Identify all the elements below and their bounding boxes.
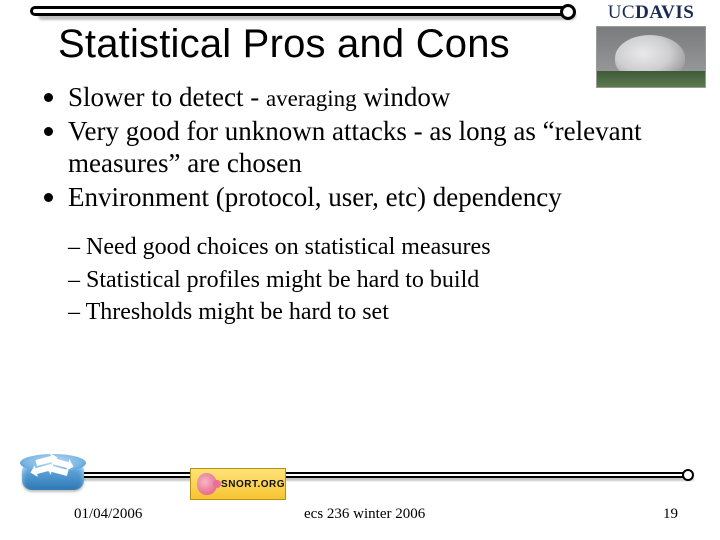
bullet-list: Slower to detect - averaging window Very…: [38, 82, 688, 213]
ucdavis-brand-block: UCDAVIS: [592, 2, 710, 88]
sub-bullet-item: Thresholds might be hard to set: [68, 296, 688, 328]
bullet-item: Slower to detect - averaging window: [38, 82, 688, 114]
brand-uc: UC: [608, 2, 635, 23]
bullet-item: Very good for unknown attacks - as long …: [38, 116, 688, 180]
footer: 01/04/2006 ecs 236 winter 2006 19: [0, 506, 720, 526]
bullet-text-avg: averaging: [266, 86, 357, 111]
bullet-text: Environment (protocol, user, etc) depend…: [68, 182, 562, 212]
sub-bullet-text: Statistical profiles might be hard to bu…: [86, 267, 479, 293]
sub-bullet-list: Need good choices on statistical measure…: [68, 231, 688, 328]
brand-davis: DAVIS: [635, 2, 694, 23]
bullet-item: Environment (protocol, user, etc) depend…: [38, 182, 688, 214]
bullet-text-post: window: [357, 82, 451, 112]
content-area: Slower to detect - averaging window Very…: [38, 82, 688, 329]
footer-course: ecs 236 winter 2006: [304, 506, 425, 523]
sub-bullet-text: Need good choices on statistical measure…: [86, 234, 491, 260]
bottom-divider: [22, 472, 690, 482]
top-divider: [30, 6, 570, 20]
pig-icon: [197, 473, 217, 495]
ucdavis-wordmark: UCDAVIS: [592, 2, 710, 24]
page-title: Statistical Pros and Cons: [58, 22, 510, 67]
snort-label: SNORT.ORG: [221, 479, 285, 490]
footer-date: 01/04/2006: [74, 506, 142, 523]
footer-page-number: 19: [663, 506, 678, 523]
snort-badge: SNORT.ORG: [190, 468, 286, 500]
bullet-text-pre: Slower to detect -: [68, 82, 266, 112]
corner-photo: [596, 26, 706, 88]
bullet-text: Very good for unknown attacks - as long …: [68, 116, 642, 178]
sub-bullet-text: Thresholds might be hard to set: [86, 299, 389, 325]
sub-bullet-item: Statistical profiles might be hard to bu…: [68, 264, 688, 296]
router-icon: [16, 450, 92, 500]
sub-bullet-item: Need good choices on statistical measure…: [68, 231, 688, 263]
